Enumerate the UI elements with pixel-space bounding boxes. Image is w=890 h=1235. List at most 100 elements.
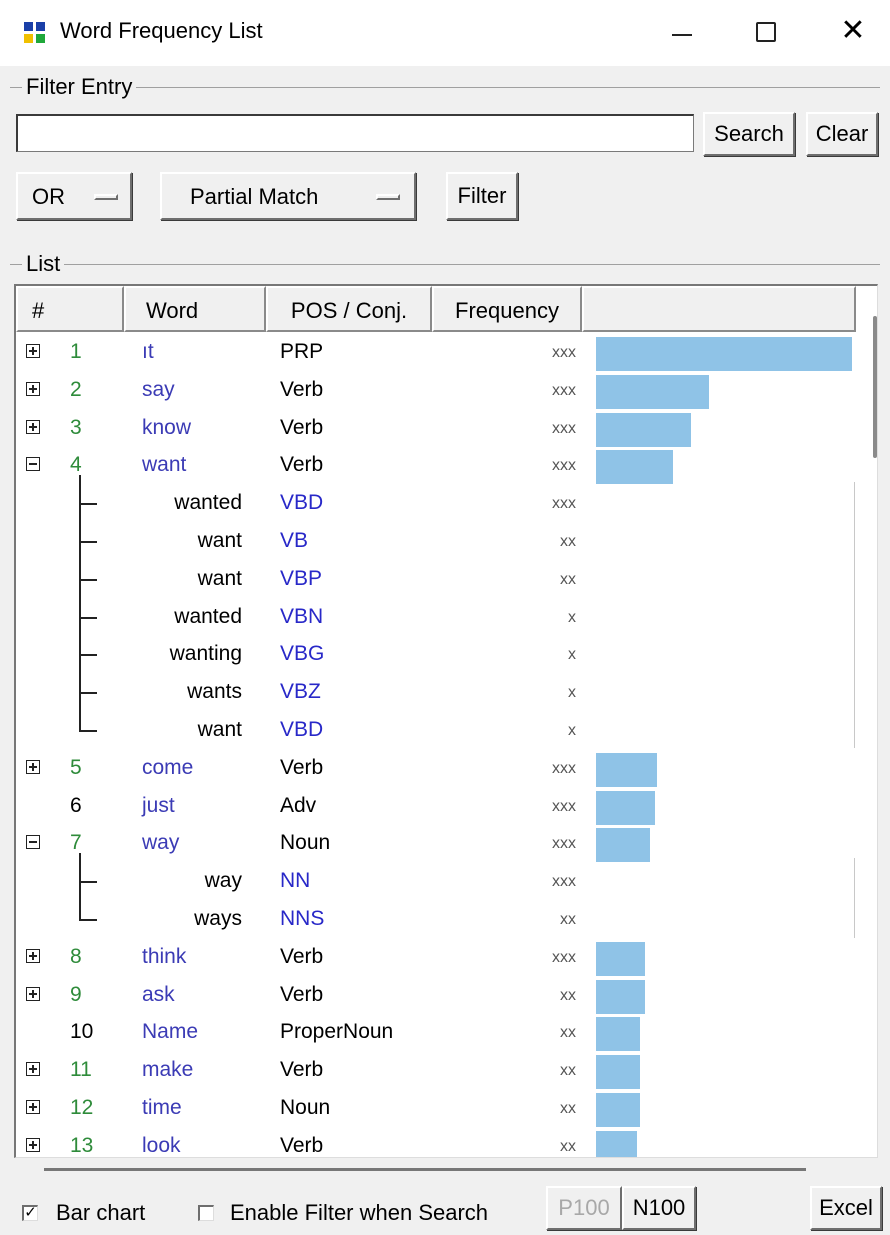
row-pos: Verb [280, 1058, 324, 1082]
column-header-frequency[interactable]: Frequency [432, 286, 582, 332]
tree-child-row[interactable]: want VBP xx [16, 550, 856, 599]
expand-icon[interactable] [26, 986, 40, 1001]
tree-child-row[interactable]: ways NNS xx [16, 891, 856, 939]
tree-child-row[interactable]: way NN xxx [16, 853, 856, 901]
column-header-bar[interactable] [582, 286, 856, 332]
child-frequency: xx [560, 533, 576, 550]
frequency-bar [596, 450, 673, 485]
frequency-bar [596, 941, 645, 976]
maximize-button[interactable] [742, 8, 788, 54]
row-pos: Verb [280, 377, 324, 401]
checkmark-icon: ✓ [24, 1204, 37, 1221]
expand-icon[interactable] [26, 1062, 40, 1077]
horizontal-scrollbar[interactable] [44, 1168, 806, 1171]
table-row[interactable]: 2 say Verb xxx [16, 372, 856, 410]
vertical-scrollbar[interactable] [873, 316, 877, 458]
child-word: wanted [174, 604, 242, 628]
child-pos: VBD [280, 491, 324, 515]
word-list[interactable]: # Word POS / Conj. Frequency 1 ıt PRP xxx 2 s… [14, 284, 878, 1158]
close-button[interactable]: ✕ [830, 8, 876, 54]
enable-filter-checkbox[interactable] [198, 1205, 214, 1221]
expand-icon[interactable] [26, 759, 40, 774]
tree-line [79, 550, 81, 589]
column-header-pos[interactable]: POS / Conj. [266, 286, 432, 332]
match-mode-dropdown[interactable]: Partial Match [160, 172, 416, 220]
n100-button[interactable]: N100 [622, 1186, 696, 1230]
tree-child-row[interactable]: want VBD x [16, 702, 856, 750]
child-pos: VBD [280, 718, 324, 741]
expand-icon[interactable] [26, 381, 40, 396]
collapse-icon[interactable] [26, 835, 40, 850]
expand-icon[interactable] [26, 1137, 40, 1152]
filter-search-input[interactable] [16, 114, 694, 152]
expand-icon[interactable] [26, 948, 40, 963]
row-word: ask [142, 982, 175, 1006]
table-row[interactable]: 8 think Verb xxx [16, 939, 856, 977]
collapse-icon[interactable] [26, 457, 40, 472]
row-pos: Verb [280, 755, 324, 779]
clear-button[interactable]: Clear [806, 112, 878, 156]
child-word: wants [187, 680, 242, 704]
excel-button[interactable]: Excel [810, 1186, 882, 1230]
window-title: Word Frequency List [60, 18, 263, 43]
table-row[interactable]: 12 time Noun xx [16, 1090, 856, 1128]
frequency-bar [596, 979, 645, 1014]
tree-child-row[interactable]: wanting VBG x [16, 626, 856, 674]
bar-chart-checkbox[interactable]: ✓ [22, 1205, 38, 1221]
filter-group-label: Filter Entry [22, 74, 137, 100]
tree-child-row[interactable]: want VB xx [16, 513, 856, 561]
logic-dropdown[interactable]: OR [16, 172, 132, 220]
table-row[interactable]: 6 just Adv xxx [16, 788, 856, 826]
row-frequency: xxx [552, 759, 576, 777]
table-row[interactable]: 1 ıt PRP xxx [16, 334, 856, 372]
child-word: want [197, 566, 242, 590]
table-row[interactable]: 11 make Verb xx [16, 1052, 856, 1090]
p100-button[interactable]: P100 [546, 1186, 622, 1230]
row-number: 7 [70, 831, 82, 855]
list-header: # Word POS / Conj. Frequency [16, 286, 856, 332]
title-bar[interactable]: Word Frequency List ✕ [0, 0, 890, 66]
table-row[interactable]: 13 look Verb xx [16, 1128, 856, 1157]
child-word: way [204, 869, 242, 893]
row-number: 9 [70, 982, 82, 1006]
child-pos: VBG [280, 642, 325, 666]
column-header-number[interactable]: # [16, 286, 124, 332]
child-pos: VBP [280, 566, 323, 590]
row-pos: Verb [280, 415, 324, 439]
row-word: want [142, 453, 187, 477]
expand-icon[interactable] [26, 344, 40, 358]
filter-button[interactable]: Filter [446, 172, 518, 220]
tree-child-row[interactable]: wanted VBD xxx [16, 475, 856, 523]
column-header-word[interactable]: Word [124, 286, 266, 332]
match-mode-value: Partial Match [190, 184, 319, 209]
expand-icon[interactable] [26, 1100, 40, 1114]
row-frequency: xxx [552, 344, 576, 361]
row-frequency: xxx [552, 835, 576, 853]
tree-line [79, 853, 81, 892]
tree-line [79, 919, 97, 921]
expand-icon[interactable] [26, 419, 40, 434]
child-frequency: xxx [552, 495, 576, 513]
row-word: come [142, 755, 194, 779]
search-button[interactable]: Search [703, 112, 795, 156]
minimize-button[interactable] [660, 8, 706, 54]
tree-child-row[interactable]: wants VBZ x [16, 664, 856, 712]
child-pos: NNS [280, 907, 325, 930]
table-row[interactable]: 7 way Noun xxx [16, 825, 856, 863]
tree-child-row[interactable]: wanted VBN x [16, 588, 856, 637]
row-word: know [142, 415, 192, 439]
child-frequency: x [568, 646, 576, 664]
dropdown-indicator-icon [376, 194, 400, 200]
filter-group-border [10, 87, 880, 88]
row-number: 5 [70, 755, 82, 779]
row-pos: Noun [280, 1096, 331, 1119]
row-pos: Verb [280, 982, 324, 1006]
table-row[interactable]: 3 know Verb xxx [16, 410, 856, 448]
row-number: 1 [70, 340, 82, 363]
table-row[interactable]: 10 Name ProperNoun xx [16, 1014, 856, 1052]
table-row[interactable]: 5 come Verb xxx [16, 750, 856, 788]
table-row[interactable]: 4 want Verb xxx [16, 447, 856, 485]
frequency-bar [596, 1093, 640, 1127]
table-row[interactable]: 9 ask Verb xx [16, 977, 856, 1015]
row-word: ıt [142, 340, 154, 363]
